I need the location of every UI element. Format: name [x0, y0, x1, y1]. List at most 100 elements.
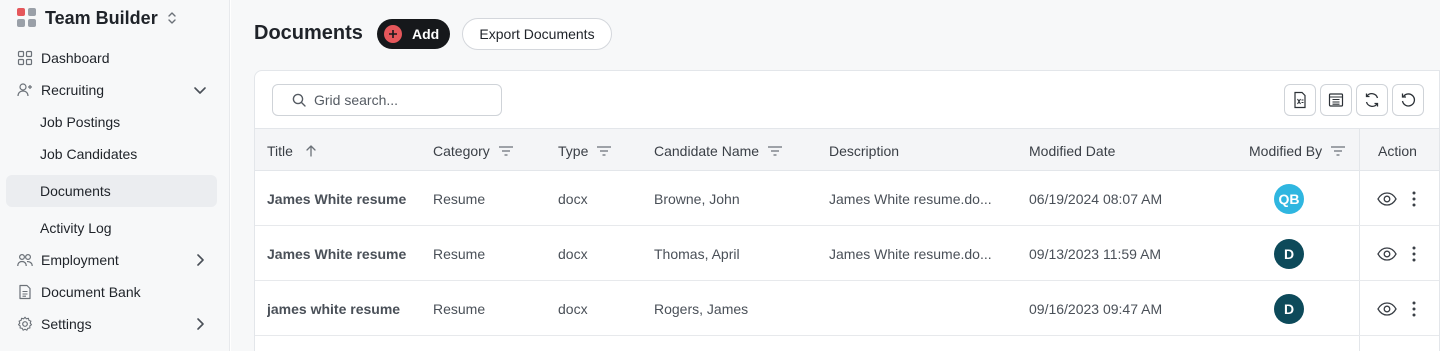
- main-content: Documents Add Export Documents Grid sear…: [231, 0, 1440, 351]
- documents-grid: Title Category Type Candidate Name Descr…: [254, 70, 1440, 351]
- refresh-button[interactable]: [1356, 84, 1388, 116]
- chevron-right-icon: [197, 318, 204, 330]
- cell-title: James White resume: [267, 190, 407, 207]
- sidebar-subitem-activity-log[interactable]: Activity Log: [40, 218, 112, 238]
- chevron-down-icon: [194, 87, 206, 94]
- cell-modified-by: D: [1274, 226, 1304, 281]
- page-title: Documents: [254, 22, 363, 44]
- column-header-modified-by[interactable]: Modified By: [1249, 129, 1346, 172]
- column-header-candidate-name[interactable]: Candidate Name: [654, 129, 783, 172]
- brand-switcher[interactable]: Team Builder: [17, 7, 178, 29]
- sidebar: Team Builder Dashboard Recruiting Job Po…: [0, 0, 230, 351]
- cell-category: Resume: [433, 245, 486, 262]
- sort-ascending-icon: [306, 144, 316, 157]
- reset-button[interactable]: [1392, 84, 1424, 116]
- cell-candidate: Rogers, James: [654, 300, 749, 317]
- eye-icon: [1377, 301, 1397, 316]
- sidebar-item-employment[interactable]: Employment: [0, 248, 230, 272]
- active-item-highlight: [6, 175, 217, 207]
- view-button[interactable]: [1377, 281, 1397, 336]
- avatar: D: [1274, 238, 1304, 269]
- column-label: Description: [829, 142, 900, 159]
- search-input[interactable]: [314, 92, 494, 108]
- table-row[interactable]: James White resume Resume docx Browne, J…: [255, 171, 1439, 226]
- export-documents-button[interactable]: Export Documents: [462, 18, 612, 50]
- sidebar-item-label: Document Bank: [41, 284, 141, 300]
- column-chooser-button[interactable]: [1320, 84, 1352, 116]
- sidebar-subitem-job-candidates[interactable]: Job Candidates: [40, 144, 137, 164]
- add-button[interactable]: Add: [377, 19, 450, 49]
- sidebar-item-label: Job Postings: [40, 114, 121, 130]
- view-button[interactable]: [1377, 171, 1397, 226]
- dashboard-icon: [17, 50, 33, 66]
- more-options-button[interactable]: [1412, 281, 1416, 336]
- avatar: QB: [1274, 183, 1304, 214]
- export-excel-button[interactable]: [1284, 84, 1316, 116]
- table-row[interactable]: James White resume Resume docx Thomas, A…: [255, 226, 1439, 281]
- sidebar-item-label: Job Candidates: [40, 146, 138, 162]
- user-plus-icon: [17, 83, 32, 97]
- export-excel-icon: [1294, 91, 1306, 109]
- sidebar-subitem-documents[interactable]: Documents: [40, 181, 111, 201]
- cell-modified-date: 06/19/2024 08:07 AM: [1029, 190, 1163, 207]
- search-icon: [292, 93, 306, 107]
- sidebar-item-settings[interactable]: Settings: [0, 312, 230, 336]
- eye-icon: [1377, 191, 1397, 206]
- sidebar-item-label: Activity Log: [40, 220, 112, 236]
- filter-icon: [597, 145, 612, 156]
- cell-category: Resume: [433, 300, 486, 317]
- column-label: Candidate Name: [654, 142, 760, 159]
- column-chooser-icon: [1328, 93, 1344, 107]
- column-label: Title: [267, 142, 293, 159]
- eye-icon: [1377, 246, 1397, 261]
- cell-candidate: Browne, John: [654, 190, 740, 207]
- column-label: Modified By: [1249, 142, 1323, 159]
- team-builder-logo-icon: [17, 8, 37, 28]
- column-label: Type: [558, 142, 589, 159]
- plus-icon: [384, 25, 402, 43]
- more-options-button[interactable]: [1412, 171, 1416, 226]
- column-label: Modified Date: [1029, 142, 1116, 159]
- table-row[interactable]: james white resume Resume docx Rogers, J…: [255, 281, 1439, 336]
- sidebar-item-dashboard[interactable]: Dashboard: [0, 46, 230, 70]
- grid-search[interactable]: [272, 84, 502, 116]
- sidebar-subitem-job-postings[interactable]: Job Postings: [40, 112, 120, 132]
- cell-modified-by: QB: [1274, 171, 1304, 226]
- cell-candidate: Thomas, April: [654, 245, 740, 262]
- column-label: Category: [433, 142, 490, 159]
- brand-name: Team Builder: [45, 7, 158, 28]
- refresh-icon: [1365, 93, 1379, 107]
- gear-icon: [17, 316, 33, 331]
- column-header-description[interactable]: Description: [829, 129, 899, 172]
- more-vertical-icon: [1412, 246, 1416, 261]
- column-header-title[interactable]: Title: [267, 129, 319, 172]
- avatar: D: [1274, 293, 1304, 324]
- chevron-right-icon: [197, 254, 204, 266]
- sidebar-item-label: Recruiting: [41, 82, 105, 98]
- cell-title: James White resume: [267, 245, 407, 262]
- sidebar-item-label: Employment: [41, 252, 119, 268]
- sidebar-item-label: Settings: [41, 316, 92, 332]
- cell-modified-by: D: [1274, 281, 1304, 336]
- more-vertical-icon: [1412, 301, 1416, 316]
- cell-type: docx: [558, 190, 588, 207]
- view-button[interactable]: [1377, 226, 1397, 281]
- cell-description: James White resume.do...: [829, 245, 992, 262]
- sidebar-item-recruiting[interactable]: Recruiting: [0, 78, 230, 102]
- column-header-type[interactable]: Type: [558, 129, 612, 172]
- column-header-category[interactable]: Category: [433, 129, 514, 172]
- sidebar-item-label: Dashboard: [41, 50, 110, 66]
- cell-title: james white resume: [267, 300, 401, 317]
- add-button-label: Add: [412, 26, 440, 42]
- column-header-modified-date[interactable]: Modified Date: [1029, 129, 1115, 172]
- cell-description: James White resume.do...: [829, 190, 992, 207]
- chevron-up-down-icon: [168, 12, 176, 24]
- cell-modified-date: 09/13/2023 11:59 AM: [1029, 245, 1162, 262]
- filter-icon: [498, 145, 513, 156]
- sidebar-item-label: Documents: [40, 183, 111, 199]
- document-icon: [19, 284, 31, 300]
- more-options-button[interactable]: [1412, 226, 1416, 281]
- filter-icon: [768, 145, 783, 156]
- sidebar-item-document-bank[interactable]: Document Bank: [0, 280, 230, 304]
- grid-header: Title Category Type Candidate Name Descr…: [255, 128, 1439, 172]
